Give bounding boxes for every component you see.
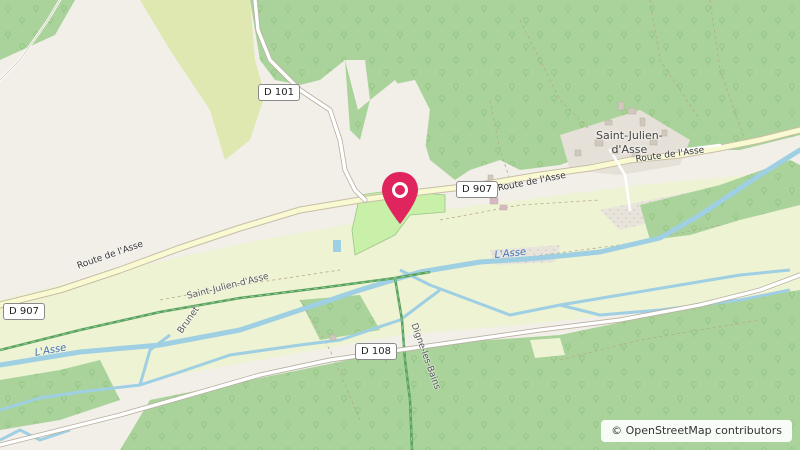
road-shield-d907: D 907 bbox=[456, 181, 498, 198]
copyright-symbol: © bbox=[611, 424, 623, 437]
road-shield-d907-left: D 907 bbox=[3, 303, 45, 320]
map-view[interactable]: D 101 D 907 D 907 D 108 Route de l'Asse … bbox=[0, 0, 800, 450]
village-label: Saint-Julien- d'Asse bbox=[596, 129, 663, 156]
attribution-text[interactable]: OpenStreetMap contributors bbox=[626, 424, 782, 437]
road-shield-d108: D 108 bbox=[355, 343, 397, 360]
map-pin-marker[interactable] bbox=[378, 170, 422, 226]
map-attribution[interactable]: © OpenStreetMap contributors bbox=[601, 420, 792, 442]
road-shield-d101: D 101 bbox=[258, 84, 300, 101]
map-pin-icon bbox=[382, 172, 418, 224]
